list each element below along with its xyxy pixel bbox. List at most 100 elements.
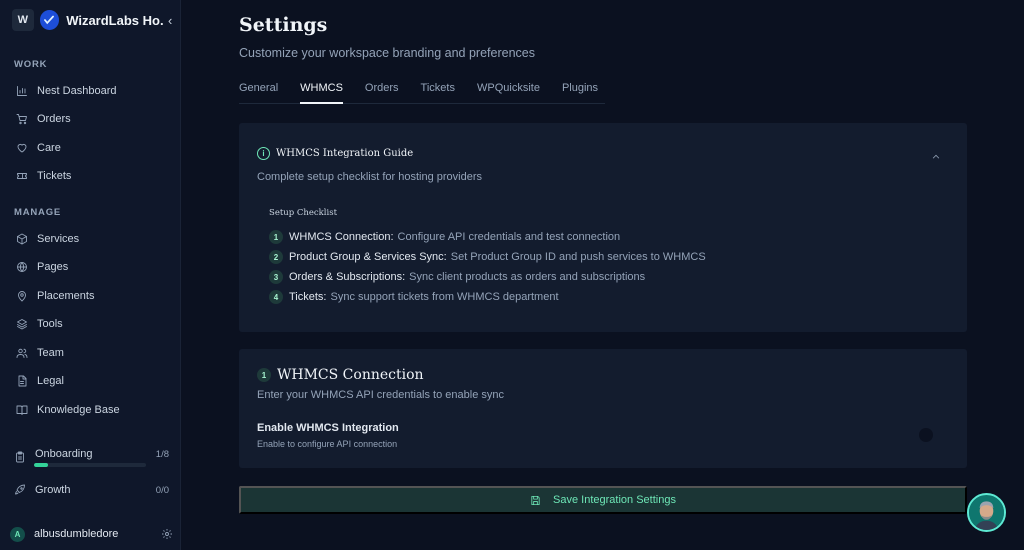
step-number: 4 [269,290,283,304]
avatar: A [10,526,25,542]
integration-guide-card: i WHMCS Integration Guide Complete setup… [239,123,967,332]
guide-header[interactable]: i WHMCS Integration Guide [257,147,413,160]
sidebar-item-label: Nest Dashboard [37,85,117,97]
sidebar-item-label: Pages [37,261,69,273]
setup-checklist: 1 WHMCS Connection: Configure API creden… [269,227,706,307]
section-label-manage: MANAGE [14,207,62,218]
step-title: Product Group & Services Sync: [289,251,447,263]
guide-description: Complete setup checklist for hosting pro… [257,171,482,183]
workspace-badge: W [12,9,34,31]
onboarding-progress[interactable]: Onboarding 1/8 [14,445,169,463]
save-icon [531,495,540,505]
save-button-label: Save Integration Settings [553,494,676,506]
user-name: albusdumbledore [34,528,119,540]
tab-orders[interactable]: Orders [365,78,399,104]
rocket-icon [15,484,25,495]
gear-icon[interactable] [161,528,173,540]
step-text: Sync support tickets from WHMCS departme… [330,291,559,303]
sidebar-item-nest-dashboard[interactable]: Nest Dashboard [16,81,117,101]
section-label-work: WORK [14,59,48,70]
sidebar-item-tickets[interactable]: Tickets [16,166,71,186]
connection-title: WHMCS Connection [277,367,424,383]
collapse-sidebar-icon[interactable]: ‹ [164,13,176,28]
step-number: 1 [257,368,271,382]
sidebar: W WizardLabs Ho... ‹ WORK Nest Dashboard… [0,0,181,550]
save-integration-button[interactable]: Save Integration Settings [239,486,967,514]
wizard-logo-icon [39,10,60,30]
tab-general[interactable]: General [239,78,278,104]
list-item: 2 Product Group & Services Sync: Set Pro… [269,247,706,267]
step-number: 1 [269,230,283,244]
sidebar-item-label: Team [37,347,64,359]
sidebar-item-label: Care [37,142,61,154]
sidebar-item-legal[interactable]: Legal [16,371,64,391]
sidebar-item-team[interactable]: Team [16,343,64,363]
map-pin-icon [18,291,26,302]
onboarding-label: Onboarding [35,448,93,460]
globe-icon [17,262,27,272]
support-chat-avatar[interactable] [967,493,1006,532]
sidebar-item-label: Knowledge Base [37,404,120,416]
settings-tabs: General WHMCS Orders Tickets WPQuicksite… [239,78,605,104]
enable-integration-label: Enable WHMCS Integration [257,422,399,434]
sidebar-item-services[interactable]: Services [16,229,79,249]
sidebar-item-tools[interactable]: Tools [16,314,63,334]
info-icon: i [257,147,270,160]
sidebar-item-label: Legal [37,375,64,387]
cart-icon [16,114,27,125]
page-subtitle: Customize your workspace branding and pr… [239,46,535,60]
sidebar-item-orders[interactable]: Orders [16,109,71,129]
clipboard-icon [16,451,24,463]
sidebar-item-label: Tickets [37,170,72,182]
step-title: Tickets: [289,291,327,303]
step-number: 2 [269,250,283,264]
sidebar-item-knowledge-base[interactable]: Knowledge Base [16,400,120,420]
layers-icon [17,319,27,330]
guide-title: WHMCS Integration Guide [276,148,414,159]
bar-chart-icon [17,86,27,96]
step-text: Set Product Group ID and push services t… [450,251,706,263]
list-item: 4 Tickets: Sync support tickets from WHM… [269,287,706,307]
heart-icon [17,143,27,153]
list-item: 3 Orders & Subscriptions: Sync client pr… [269,267,706,287]
tab-whmcs[interactable]: WHMCS [300,78,343,104]
file-icon [18,375,27,387]
list-item: 1 WHMCS Connection: Configure API creden… [269,227,706,247]
sidebar-item-label: Orders [37,113,71,125]
step-number: 3 [269,270,283,284]
sidebar-item-placements[interactable]: Placements [16,286,94,306]
step-text: Sync client products as orders and subsc… [409,271,646,283]
tab-plugins[interactable]: Plugins [562,78,598,104]
step-title: WHMCS Connection: [289,231,394,243]
onboarding-progress-bar [34,463,146,467]
growth-label: Growth [35,484,71,496]
growth-progress[interactable]: Growth 0/0 [14,484,169,496]
sidebar-item-pages[interactable]: Pages [16,257,68,277]
sidebar-item-care[interactable]: Care [16,138,61,158]
enable-integration-toggle[interactable] [919,428,933,442]
sidebar-item-label: Tools [37,318,63,330]
page-title: Settings [239,14,328,36]
step-title: Orders & Subscriptions: [289,271,406,283]
whmcs-connection-card: 1 WHMCS Connection Enter your WHMCS API … [239,349,967,468]
checklist-title: Setup Checklist [269,208,338,218]
person-avatar-icon [969,495,1004,530]
onboarding-progress-fill [34,463,48,467]
book-icon [16,405,28,415]
sidebar-item-label: Services [37,233,80,245]
sidebar-item-label: Placements [37,290,95,302]
enable-integration-hint: Enable to configure API connection [257,439,398,449]
connection-description: Enter your WHMCS API credentials to enab… [257,389,504,401]
workspace-name: WizardLabs Ho... [66,12,165,28]
onboarding-count: 1/8 [155,448,169,460]
ticket-icon [17,173,27,179]
users-icon [16,348,28,358]
user-profile[interactable]: A albusdumbledore [10,526,173,542]
chevron-up-icon[interactable] [931,149,941,159]
tab-wpquicksite[interactable]: WPQuicksite [477,78,540,104]
box-icon [17,233,27,245]
step-text: Configure API credentials and test conne… [397,231,621,243]
connection-header: 1 WHMCS Connection [257,367,424,383]
workspace-switcher[interactable]: W WizardLabs Ho... ‹ [12,8,176,32]
tab-tickets[interactable]: Tickets [421,78,455,104]
